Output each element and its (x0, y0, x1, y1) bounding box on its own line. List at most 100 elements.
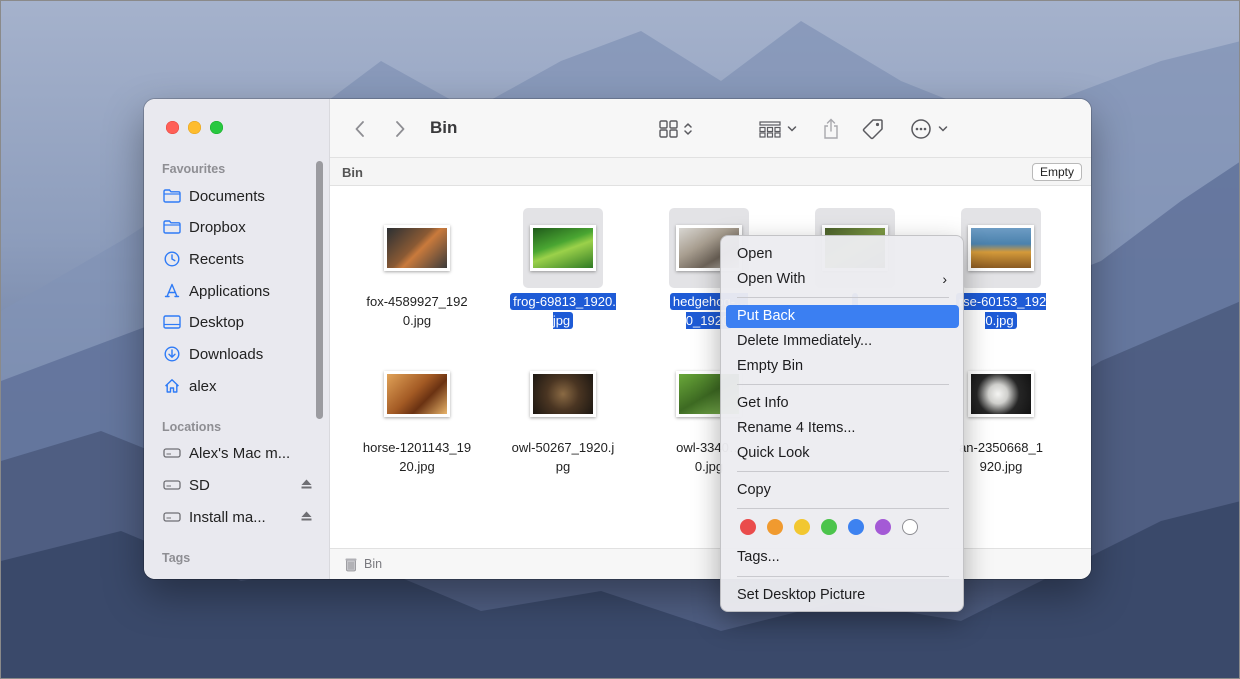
menu-item-label: Open With (737, 271, 806, 287)
menu-separator (737, 471, 949, 472)
sidebar-item-label: Documents (189, 187, 265, 205)
eject-icon[interactable] (301, 511, 312, 524)
menu-item-empty-bin[interactable]: Empty Bin (726, 355, 959, 378)
fullscreen-window-button[interactable] (210, 121, 223, 134)
close-window-button[interactable] (166, 121, 179, 134)
desktop-icon (162, 312, 182, 332)
home-icon (162, 376, 182, 396)
menu-item-open[interactable]: Open (726, 243, 959, 266)
sidebar-item-label: Install ma... (189, 508, 266, 526)
sidebar-item-install[interactable]: Install ma... (162, 504, 322, 530)
sidebar-header-locations: Locations (162, 420, 222, 434)
file-name: an-2350668_1 920.jpg (959, 440, 1043, 474)
minimize-window-button[interactable] (188, 121, 201, 134)
updown-chevron-icon (684, 123, 692, 135)
menu-item-open-with[interactable]: Open With › (726, 268, 959, 291)
tag-red[interactable] (740, 519, 756, 535)
tag-gray[interactable] (902, 519, 918, 535)
image-thumbnail (530, 371, 596, 417)
drive-icon (162, 475, 182, 495)
sidebar-item-label: Applications (189, 282, 270, 300)
window-title: Bin (430, 118, 458, 137)
tag-blue[interactable] (848, 519, 864, 535)
empty-bin-button[interactable]: Empty (1031, 163, 1082, 181)
chevron-down-icon (787, 126, 797, 132)
menu-item-rename[interactable]: Rename 4 Items... (726, 417, 959, 440)
sidebar-item-downloads[interactable]: Downloads (162, 341, 322, 367)
back-button[interactable] (354, 116, 366, 142)
toolbar: Bin (330, 99, 1091, 158)
sidebar-item-documents[interactable]: Documents (162, 183, 322, 209)
sidebar-header-favourites: Favourites (162, 162, 226, 176)
tag-orange[interactable] (767, 519, 783, 535)
file-item-fox[interactable]: fox-4589927_192 0.jpg (352, 208, 482, 330)
sidebar-item-label: Alex's Mac m... (189, 444, 291, 462)
ellipsis-circle-icon (911, 119, 931, 139)
status-bar: Bin (330, 548, 1091, 579)
file-name: frog-69813_1920. jpg (510, 293, 616, 329)
forward-button[interactable] (394, 116, 406, 142)
drive-icon (162, 443, 182, 463)
menu-item-quick-look[interactable]: Quick Look (726, 442, 959, 465)
sidebar-item-sd[interactable]: SD (162, 472, 322, 498)
chevron-left-icon (355, 121, 364, 137)
view-mode-button[interactable] (659, 116, 693, 142)
sidebar-item-label: Recents (189, 250, 245, 268)
tag-button[interactable] (862, 116, 884, 142)
submenu-arrow-icon: › (942, 271, 947, 287)
file-name: rse-60153_192 0.jpg (955, 293, 1047, 329)
sidebar-item-label: Desktop (189, 313, 245, 331)
file-name: fox-4589927_192 0.jpg (366, 294, 468, 328)
menu-item-get-info[interactable]: Get Info (726, 392, 959, 415)
menu-item-tags[interactable]: Tags... (726, 546, 959, 569)
menu-item-set-desktop-picture[interactable]: Set Desktop Picture (726, 584, 959, 607)
drive-icon (162, 507, 182, 527)
share-icon (824, 118, 838, 139)
icon-view-icon (659, 120, 678, 138)
chevron-right-icon (396, 121, 405, 137)
sidebar-item-label: alex (189, 377, 217, 395)
trash-icon (345, 558, 357, 572)
chevron-down-icon (938, 126, 948, 132)
group-grid-icon (759, 121, 781, 138)
path-crumb-bin[interactable]: Bin (342, 165, 363, 180)
tag-yellow[interactable] (794, 519, 810, 535)
status-path-label: Bin (364, 557, 383, 571)
path-bar: Bin Empty (330, 158, 1091, 186)
menu-item-copy[interactable]: Copy (726, 479, 959, 502)
downloads-icon (162, 344, 182, 364)
group-button[interactable] (759, 116, 797, 142)
share-button[interactable] (822, 116, 840, 142)
folder-icon (162, 186, 182, 206)
sidebar-item-mac[interactable]: Alex's Mac m... (162, 440, 322, 466)
sidebar-header-tags: Tags (162, 551, 191, 565)
sidebar-item-applications[interactable]: Applications (162, 278, 322, 304)
context-menu: Open Open With › Put Back Delete Immedia… (720, 235, 964, 612)
sidebar-scrollbar[interactable] (316, 161, 323, 419)
file-name: horse-1201143_19 20.jpg (362, 440, 472, 474)
image-thumbnail (530, 225, 596, 271)
file-item-horse-1201143[interactable]: horse-1201143_19 20.jpg (352, 354, 482, 476)
more-actions-button[interactable] (910, 116, 948, 142)
folder-icon (162, 217, 182, 237)
sidebar-item-label: Downloads (189, 345, 264, 363)
tag-color-row (740, 519, 918, 535)
sidebar-item-home[interactable]: alex (162, 373, 322, 399)
tag-icon (862, 119, 883, 140)
eject-icon[interactable] (301, 479, 312, 492)
tag-purple[interactable] (875, 519, 891, 535)
file-item-owl-50267[interactable]: owl-50267_1920.j pg (498, 354, 628, 476)
menu-separator (737, 508, 949, 509)
image-thumbnail (968, 371, 1034, 417)
menu-separator (737, 297, 949, 298)
file-grid: fox-4589927_192 0.jpg frog-69813_1920. jpg… (330, 186, 1091, 548)
clock-icon (162, 249, 182, 269)
sidebar-item-desktop[interactable]: Desktop (162, 309, 322, 335)
sidebar-item-recents[interactable]: Recents (162, 246, 322, 272)
tag-green[interactable] (821, 519, 837, 535)
sidebar-item-dropbox[interactable]: Dropbox (162, 214, 322, 240)
image-thumbnail (384, 225, 450, 271)
menu-item-put-back[interactable]: Put Back (726, 305, 959, 328)
menu-item-delete-immediately[interactable]: Delete Immediately... (726, 330, 959, 353)
file-item-frog[interactable]: frog-69813_1920. jpg (498, 208, 628, 330)
